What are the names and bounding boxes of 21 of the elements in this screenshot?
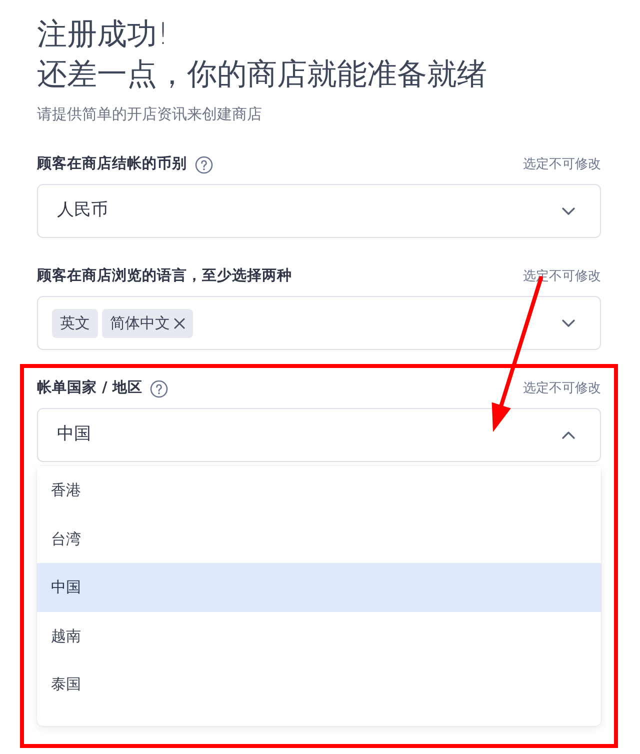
field-label: 帐单国家 / 地区 [37,378,142,398]
help-icon[interactable] [150,380,168,398]
page-title: 注册成功! [37,16,170,54]
field-note: 选定不可修改 [523,380,601,398]
select-field[interactable]: 人民币 [37,184,601,238]
page-description: 请提供简单的开店资讯来创建商店 [37,104,262,124]
page-subtitle: 还差一点，你的商店就能准备就绪 [37,56,487,94]
dropdown-option[interactable]: 越南 [37,612,601,660]
dropdown-option[interactable]: 中国 [37,563,601,612]
dropdown-option[interactable]: 香港 [37,466,601,514]
select-field[interactable]: 中国 [37,408,601,462]
dropdown-option[interactable]: 泰国 [37,660,601,708]
field-note: 选定不可修改 [523,156,601,174]
close-icon[interactable] [174,318,185,328]
help-icon[interactable] [195,156,213,174]
tag-label: 英文 [60,312,90,334]
multi-select-field[interactable]: 英文 简体中文 [37,296,601,350]
field-label: 顾客在商店浏览的语言，至少选择两种 [37,266,292,286]
tag-label: 简体中文 [110,312,170,334]
dropdown-option[interactable]: 台湾 [37,514,601,563]
field-label: 顾客在商店结帐的币别 [37,154,187,174]
